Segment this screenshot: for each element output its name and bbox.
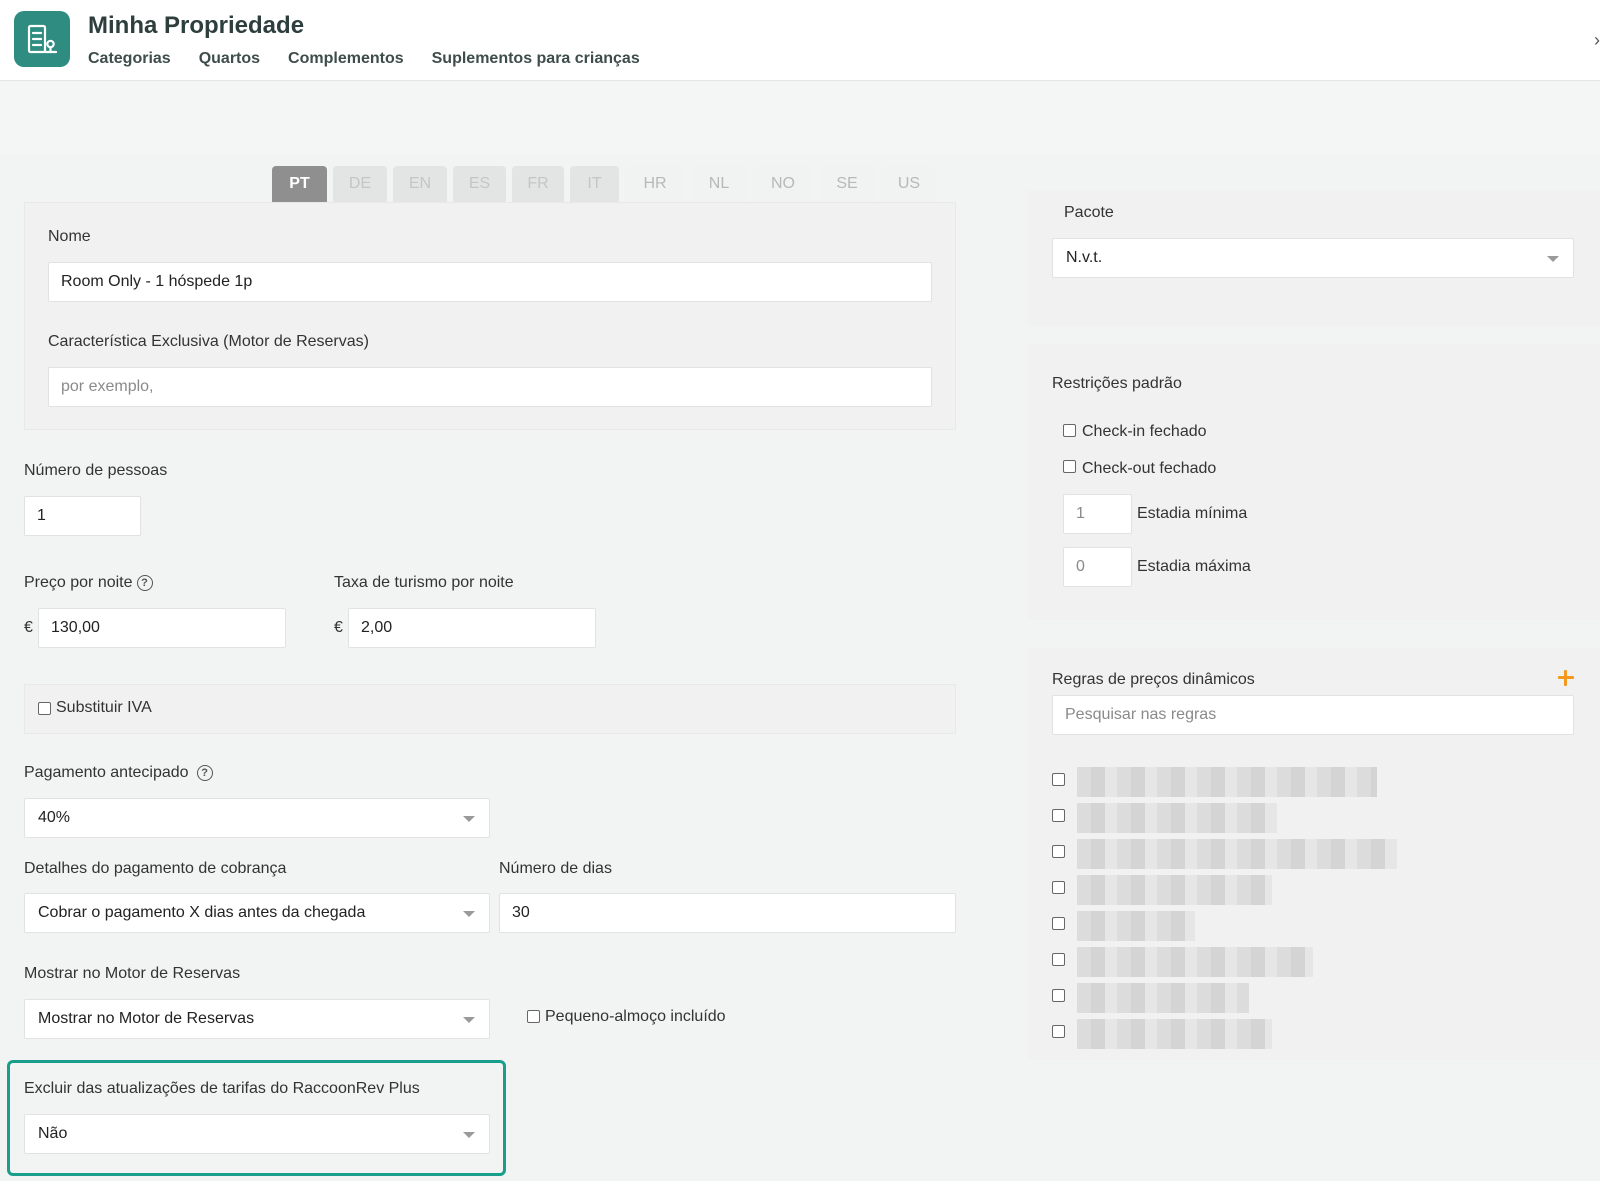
rule-checkbox[interactable] (1052, 917, 1065, 930)
rule-checkbox[interactable] (1052, 845, 1065, 858)
building-icon[interactable] (14, 11, 70, 67)
lang-tab-fr[interactable]: FR (512, 166, 564, 202)
rules-title: Regras de preços dinâmicos (1052, 671, 1255, 688)
package-value: N.v.t. (1066, 249, 1103, 266)
checkout-closed-checkbox[interactable] (1063, 460, 1076, 473)
chevron-down-icon (463, 1132, 475, 1138)
package-select[interactable]: N.v.t. (1052, 238, 1574, 278)
chevron-down-icon (463, 911, 475, 917)
lang-tab-en[interactable]: EN (393, 166, 447, 202)
main-nav: Categorias Quartos Complementos Suplemen… (88, 50, 640, 68)
help-icon[interactable]: ? (136, 575, 153, 591)
lang-tab-de[interactable]: DE (333, 166, 387, 202)
help-icon[interactable]: ? (196, 765, 213, 781)
checkout-closed-label: Check-out fechado (1082, 460, 1217, 477)
charge-label: Detalhes do pagamento de cobrança (24, 860, 287, 877)
toolbar-area (0, 82, 1600, 154)
min-stay-label: Estadia mínima (1137, 505, 1248, 522)
checkin-closed-label: Check-in fechado (1082, 423, 1207, 440)
rule-item-redacted (1077, 1019, 1272, 1049)
rules-search-input[interactable]: Pesquisar nas regras (1052, 695, 1574, 735)
exclude-value: Não (38, 1125, 68, 1142)
breakfast-label: Pequeno-almoço incluído (545, 1008, 726, 1025)
tax-currency: € (334, 619, 343, 636)
rule-item-redacted (1077, 911, 1195, 941)
name-input[interactable]: Room Only - 1 hóspede 1p (48, 262, 932, 302)
name-label: Nome (48, 228, 91, 245)
tax-label: Taxa de turismo por noite (334, 574, 514, 591)
lang-tab-no[interactable]: NO (753, 166, 813, 202)
breakfast-checkbox[interactable] (527, 1010, 540, 1023)
app-header: Minha Propriedade Categorias Quartos Com… (0, 0, 1600, 81)
rule-checkbox[interactable] (1052, 1025, 1065, 1038)
prepay-select[interactable]: 40% (24, 798, 490, 838)
restrictions-title: Restrições padrão (1052, 375, 1182, 392)
exclude-label: Excluir das atualizações de tarifas do R… (24, 1080, 420, 1097)
vat-panel (24, 684, 956, 734)
feature-input[interactable]: por exemplo, (48, 367, 932, 407)
price-label: Preço por noite? (24, 574, 153, 592)
exclude-select[interactable]: Não (24, 1114, 490, 1154)
chevron-down-icon (463, 1017, 475, 1023)
lang-tab-nl[interactable]: NL (691, 166, 747, 202)
nav-item-quartos[interactable]: Quartos (199, 50, 260, 68)
chevron-right-icon[interactable]: › (1594, 30, 1600, 51)
price-label-text: Preço por noite (24, 574, 133, 591)
rule-checkbox[interactable] (1052, 773, 1065, 786)
checkin-closed-checkbox[interactable] (1063, 424, 1076, 437)
prepay-value: 40% (38, 809, 71, 826)
page-title: Minha Propriedade (88, 12, 305, 39)
chevron-down-icon (1547, 256, 1559, 262)
rule-checkbox[interactable] (1052, 881, 1065, 894)
lang-tab-es[interactable]: ES (453, 166, 506, 202)
tax-input[interactable]: 2,00 (348, 608, 596, 648)
show-label: Mostrar no Motor de Reservas (24, 965, 241, 982)
lang-tab-pt[interactable]: PT (272, 166, 327, 202)
price-input[interactable]: 130,00 (38, 608, 286, 648)
rule-checkbox[interactable] (1052, 989, 1065, 1002)
lang-tab-it[interactable]: IT (570, 166, 619, 202)
persons-label: Número de pessoas (24, 462, 168, 479)
chevron-down-icon (463, 816, 475, 822)
price-currency: € (24, 619, 33, 636)
rule-item-redacted (1077, 983, 1249, 1013)
rule-checkbox[interactable] (1052, 953, 1065, 966)
max-stay-label: Estadia máxima (1137, 558, 1251, 575)
language-tabs: PT DE EN ES FR IT HR NL NO SE US (272, 166, 943, 202)
add-rule-icon[interactable] (1556, 668, 1576, 688)
vat-checkbox[interactable] (38, 702, 51, 715)
days-input[interactable]: 30 (499, 893, 956, 933)
max-stay-input[interactable]: 0 (1063, 547, 1132, 587)
package-label: Pacote (1064, 204, 1114, 221)
lang-tab-se[interactable]: SE (819, 166, 875, 202)
charge-value: Cobrar o pagamento X dias antes da chega… (38, 904, 366, 921)
lang-tab-us[interactable]: US (881, 166, 937, 202)
prepay-label-text: Pagamento antecipado (24, 764, 189, 781)
feature-label: Característica Exclusiva (Motor de Reser… (48, 333, 369, 350)
rule-item-redacted (1077, 875, 1272, 905)
rule-item-redacted (1077, 947, 1313, 977)
rule-item-redacted (1077, 803, 1277, 833)
rule-item-redacted (1077, 839, 1397, 869)
nav-item-complementos[interactable]: Complementos (288, 50, 404, 68)
nav-item-suplementos[interactable]: Suplementos para crianças (432, 50, 640, 68)
charge-select[interactable]: Cobrar o pagamento X dias antes da chega… (24, 893, 490, 933)
prepay-label: Pagamento antecipado? (24, 764, 213, 782)
nav-item-categorias[interactable]: Categorias (88, 50, 171, 68)
lang-tab-hr[interactable]: HR (625, 166, 685, 202)
rule-item-redacted (1077, 767, 1377, 797)
show-value: Mostrar no Motor de Reservas (38, 1010, 255, 1027)
vat-label: Substituir IVA (56, 699, 152, 716)
persons-input[interactable]: 1 (24, 496, 141, 536)
show-select[interactable]: Mostrar no Motor de Reservas (24, 999, 490, 1039)
min-stay-input[interactable]: 1 (1063, 494, 1132, 534)
days-label: Número de dias (499, 860, 612, 877)
rule-checkbox[interactable] (1052, 809, 1065, 822)
